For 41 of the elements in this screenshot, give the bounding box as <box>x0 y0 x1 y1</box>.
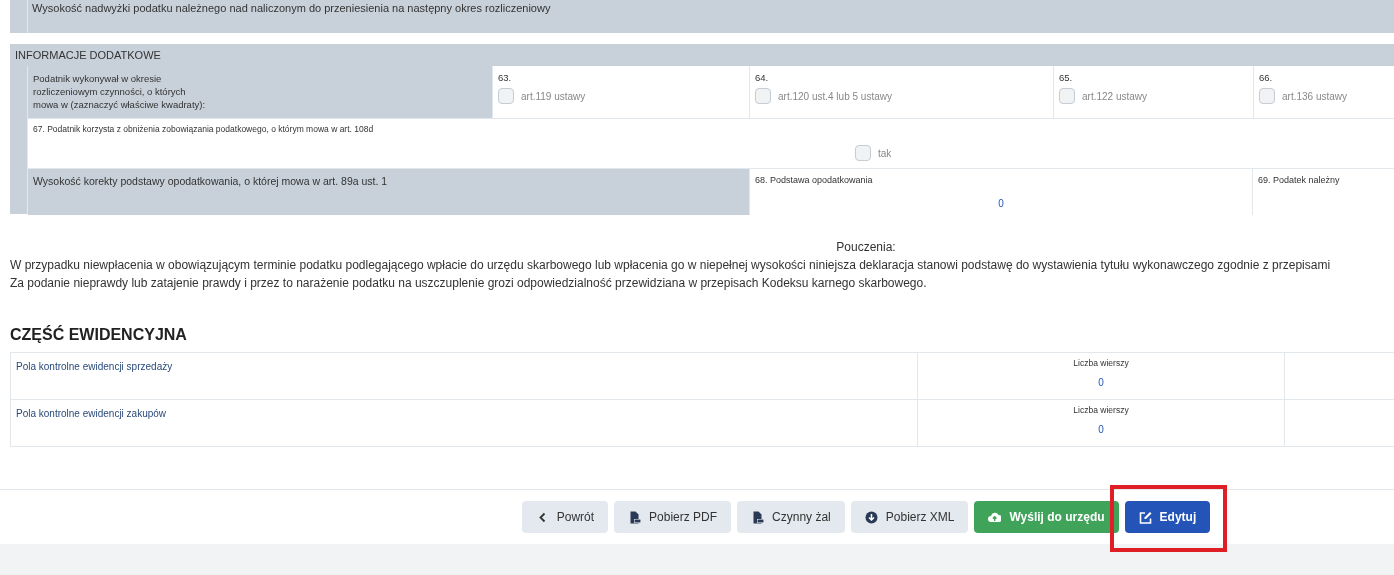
checkbox[interactable] <box>1259 88 1275 104</box>
send-button[interactable]: Wyślij do urzędu <box>974 501 1119 533</box>
pdf-file-icon <box>628 510 642 524</box>
count-value: 0 <box>1098 377 1104 388</box>
instructions-title: Pouczenia: <box>835 239 897 256</box>
checkbox[interactable] <box>1059 88 1075 104</box>
row-label: Pola kontrolne ewidencji zakupów <box>15 407 168 421</box>
download-button[interactable]: Pobierz XML <box>850 501 969 533</box>
instructions-text: Za podanie nieprawdy lub zatajenie prawdy i przez to narażenie podatku na uszczuplenie grozi odpowiedzialność przewidziana w przepisach Kodeksu karnego skarbowego. <box>10 275 928 292</box>
pdf-file-icon <box>751 510 765 524</box>
field-value: 0 <box>997 198 1005 209</box>
row-label: Wysokość nadwyżki podatku należnego nad naliczonym do przeniesienia na następny okres rozliczeniowy <box>31 1 551 16</box>
field-number: 64. <box>755 72 770 85</box>
edit-button[interactable]: Edytuj <box>1124 501 1211 533</box>
field-number: 65. <box>1059 72 1074 85</box>
checkbox-label[interactable]: tak <box>878 147 892 159</box>
field-number: 66. <box>1259 72 1274 85</box>
count-value: 0 <box>1098 424 1104 435</box>
download-button[interactable]: Czynny żal <box>737 501 845 533</box>
checkbox-label[interactable]: art.122 ustawy <box>1082 90 1148 102</box>
field-label: 69. Podatek należny <box>1258 175 1341 185</box>
checkbox-label[interactable]: art.136 ustawy <box>1282 90 1348 102</box>
row-label: Pola kontrolne ewidencji sprzedaży <box>15 360 174 374</box>
back-button[interactable]: Powrót <box>521 501 609 533</box>
section-title: INFORMACJE DODATKOWE <box>14 48 162 63</box>
checkbox-label[interactable]: art.119 ustawy <box>521 90 586 102</box>
field-label: 68. Podstawa opodatkowania <box>755 175 874 185</box>
edit-icon <box>1138 510 1152 524</box>
download-button[interactable]: Pobierz PDF <box>614 501 732 533</box>
count-label: Liczba wierszy <box>1073 405 1129 415</box>
checkbox-label[interactable]: art.120 ust.4 lub 5 ustawy <box>778 90 892 102</box>
field-label: 67. Podatnik korzysta z obniżenia zobowiązania podatkowego, o którym mowa w art. 108d <box>33 124 375 134</box>
download-icon <box>864 510 878 524</box>
instructions-text: W przypadku niewpłacenia w obowiązującym terminie podatku podlegającego wpłacie do urzędu skarbowego lub wpłacenia go w niepełnej wysokości niniejsza deklaracja stanowi podstawę do wystawienia tytułu wykonawczego zgodnie z przepisami <box>10 257 1332 274</box>
field-number: 63. <box>498 72 513 85</box>
checkbox[interactable] <box>755 88 771 104</box>
section-heading: CZĘŚĆ EWIDENCYJNA <box>10 326 188 344</box>
checkbox[interactable] <box>855 145 871 161</box>
cloud-upload-icon <box>988 510 1002 524</box>
checkbox[interactable] <box>498 88 514 104</box>
count-label: Liczba wierszy <box>1073 358 1129 368</box>
